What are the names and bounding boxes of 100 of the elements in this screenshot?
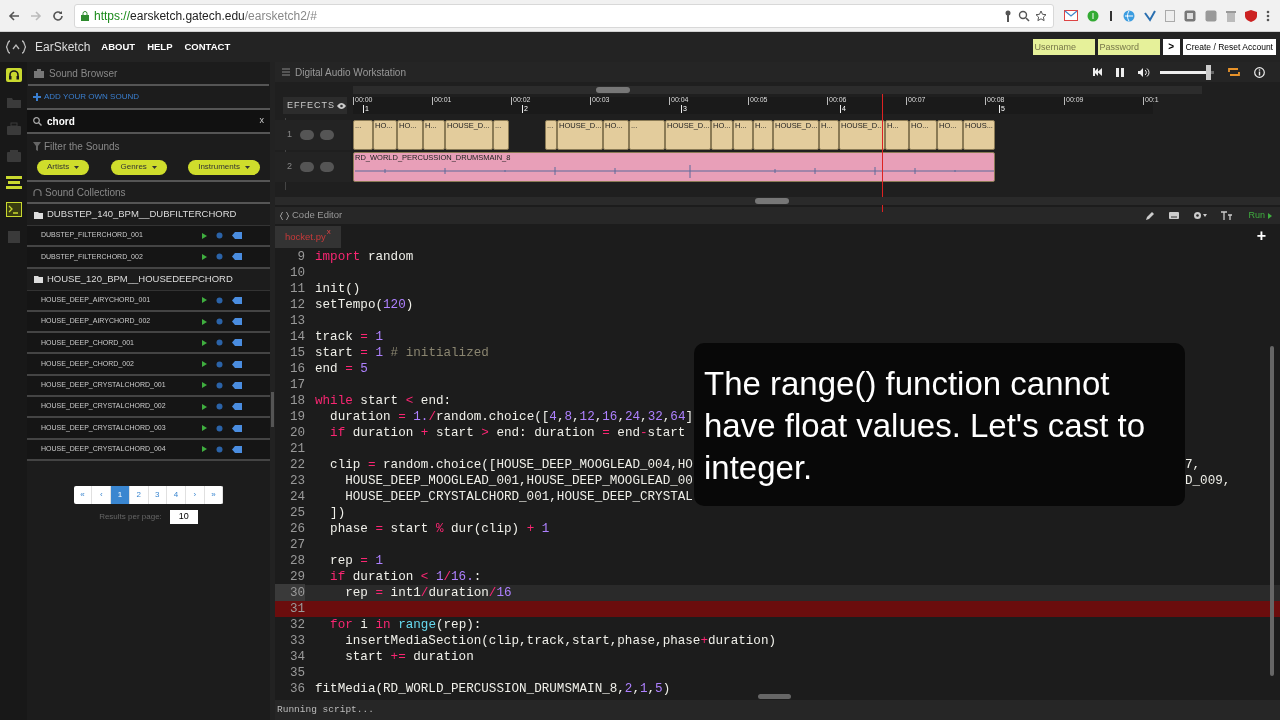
slider-thumb[interactable] — [1206, 64, 1212, 80]
play-icon[interactable] — [202, 446, 207, 453]
info-icon[interactable] — [1254, 66, 1265, 78]
panel-title: Code Editor — [292, 208, 343, 223]
add-tab-button[interactable]: + — [1256, 224, 1266, 248]
volume-icon[interactable] — [1138, 67, 1150, 77]
scrollbar[interactable] — [758, 694, 791, 699]
page-button[interactable]: 1 — [111, 485, 130, 504]
line-number: 25 — [288, 504, 305, 522]
folder-name[interactable]: DUBSTEP_140_BPM__DUBFILTERCHORD — [47, 207, 237, 222]
pause-icon[interactable] — [1116, 67, 1124, 77]
tag-icon[interactable] — [232, 381, 242, 389]
mail-icon[interactable] — [1064, 10, 1078, 21]
check-icon[interactable] — [1144, 9, 1156, 22]
code-line: setTempo(120) — [315, 296, 414, 314]
code-line: track = 1 — [315, 328, 384, 346]
page-button[interactable]: » — [204, 485, 224, 504]
zoom-scrollbar[interactable] — [596, 87, 630, 93]
line-number: 10 — [288, 264, 305, 282]
keyboard-icon[interactable] — [1169, 212, 1180, 219]
square-icon[interactable] — [1184, 9, 1196, 22]
page-button[interactable]: 3 — [148, 485, 168, 504]
tag-icon[interactable] — [232, 403, 242, 411]
page-button[interactable]: › — [185, 485, 205, 504]
sidebar-tab[interactable] — [3, 199, 24, 220]
tag-icon[interactable] — [232, 296, 242, 304]
caret-icon — [151, 165, 157, 169]
play-icon[interactable] — [202, 403, 207, 410]
line-number: 17 — [288, 376, 305, 394]
back-icon[interactable] — [8, 9, 20, 22]
page-button[interactable]: « — [73, 485, 93, 504]
filter-dropdown[interactable]: Artists — [37, 159, 90, 175]
play-icon[interactable] — [202, 297, 207, 304]
brand-name[interactable]: EarSketch — [35, 38, 91, 56]
globe-icon[interactable] — [1123, 9, 1135, 22]
pencil-icon[interactable] — [1146, 211, 1156, 220]
create-account-button[interactable]: Create / Reset Account — [1182, 39, 1276, 55]
effects-toggle[interactable]: EFFECTS — [283, 97, 347, 114]
password-field[interactable]: Password — [1097, 39, 1160, 55]
url-text[interactable]: https://earsketch.gatech.edu/earsketch2/# — [94, 6, 317, 25]
folder-icon — [34, 275, 43, 284]
line-number: 23 — [288, 472, 305, 490]
tag-icon[interactable] — [232, 360, 242, 368]
play-icon[interactable] — [202, 253, 207, 260]
font-size-icon[interactable] — [1221, 211, 1235, 220]
scrollbar[interactable] — [1270, 346, 1274, 676]
results-label: Results per page: — [99, 510, 162, 523]
loop-icon[interactable] — [1228, 67, 1240, 77]
play-icon[interactable] — [202, 339, 207, 346]
code-line: rep = int1/duration/16 — [344, 584, 512, 602]
add-sound-link[interactable]: ADD YOUR OWN SOUND — [44, 91, 139, 103]
tag-icon[interactable] — [232, 424, 242, 432]
shield-icon[interactable] — [1245, 9, 1257, 22]
clear-button[interactable]: x — [259, 114, 264, 128]
nav-link[interactable]: CONTACT — [184, 39, 231, 55]
login-button[interactable]: > — [1162, 39, 1180, 55]
filter-dropdown[interactable]: Genres — [110, 159, 167, 175]
scrollbar[interactable] — [271, 392, 274, 427]
search-field[interactable]: chord x — [27, 110, 270, 134]
play-icon[interactable] — [202, 382, 207, 389]
page-button[interactable]: 4 — [167, 485, 186, 504]
line-number: 11 — [288, 280, 305, 298]
nav-link[interactable]: HELP — [147, 39, 173, 55]
eye-icon — [337, 102, 346, 109]
line-number: 36 — [288, 680, 305, 698]
tag-icon[interactable] — [232, 445, 242, 453]
play-icon[interactable] — [202, 361, 207, 368]
nav-link[interactable]: ABOUT — [101, 39, 136, 55]
line-number: 15 — [288, 344, 305, 362]
folder-name[interactable]: HOUSE_120_BPM__HOUSEDEEPCHORD — [47, 271, 233, 287]
tag-icon[interactable] — [232, 232, 242, 240]
play-icon[interactable] — [202, 425, 207, 431]
filter-dropdown[interactable]: Instruments — [188, 159, 260, 175]
page-button[interactable]: 2 — [129, 485, 149, 504]
run-button[interactable]: Run — [1248, 208, 1272, 223]
key-icon[interactable] — [1003, 9, 1013, 22]
skip-back-icon[interactable] — [1093, 68, 1102, 76]
line-number: 34 — [288, 648, 305, 666]
play-icon[interactable] — [202, 318, 207, 325]
scrollbar[interactable] — [755, 198, 789, 204]
code-line: clip = random.choice([HOUSE_DEEP_MOOGLEAD_004,HO — [329, 456, 693, 474]
tag-icon[interactable] — [232, 339, 242, 347]
volume-slider[interactable] — [1160, 64, 1214, 80]
caption-text: The range() function cannot have float values. Let's cast to integer. — [704, 364, 1147, 488]
plus-icon[interactable] — [33, 93, 41, 101]
tag-icon[interactable] — [232, 253, 242, 261]
code-line: insertMediaSection(clip,track,start,phase,phase+duration) — [344, 632, 777, 650]
results-field[interactable]: 10 — [169, 509, 198, 524]
username-field[interactable]: Username — [1032, 39, 1095, 55]
more-icon[interactable] — [1266, 9, 1270, 22]
line-number: 32 — [288, 616, 305, 634]
code-line: if duration < 1/16.: — [329, 568, 482, 586]
star-icon[interactable] — [1035, 9, 1047, 22]
play-icon[interactable] — [202, 232, 207, 239]
settings-icon[interactable] — [1193, 211, 1208, 220]
zoom-icon[interactable] — [1018, 9, 1030, 22]
track-number: 2 — [287, 160, 292, 174]
tag-icon[interactable] — [232, 318, 242, 326]
reload-icon[interactable] — [52, 9, 64, 22]
code-line: rep = 1 — [329, 552, 384, 570]
